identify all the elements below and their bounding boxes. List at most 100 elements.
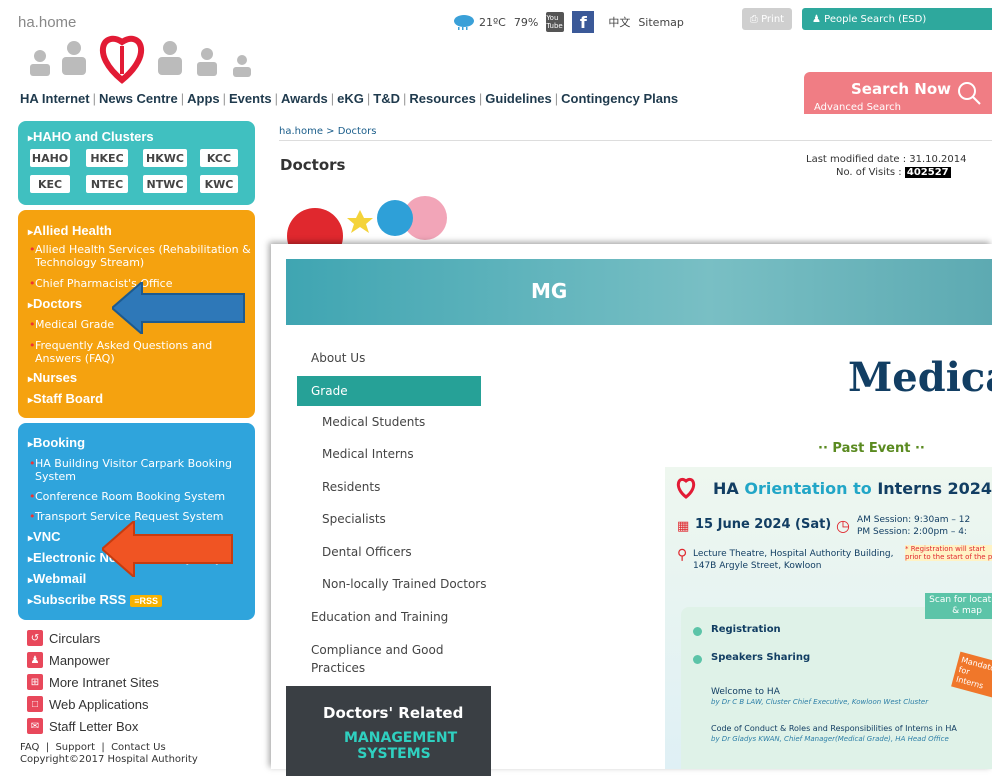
manpower-label: Manpower (49, 652, 110, 668)
nav-item-events[interactable]: Events (229, 91, 272, 106)
main-nav: HA Internet | News Centre | Apps | Events | … (20, 91, 679, 106)
poster-title-prefix: HA (713, 479, 745, 498)
intranet-sites-icon: ⊞ (27, 674, 43, 690)
cluster-hkec[interactable]: HKEC (86, 149, 128, 167)
overlay-nav-compliance[interactable]: Compliance and Good Practices (311, 641, 451, 677)
print-button[interactable]: ⎙ Print (742, 8, 792, 30)
cluster-kcc[interactable]: KCC (200, 149, 238, 167)
overlay-nav-residents[interactable]: Residents (322, 480, 380, 494)
utility-bar: 21ºC 79% You Tube f 中文 Sitemap (452, 10, 684, 34)
staff-letter-box-link[interactable]: ✉ Staff Letter Box (27, 718, 138, 734)
manpower-link[interactable]: ♟ Manpower (27, 652, 110, 668)
overlay-nav-about-us[interactable]: About Us (311, 351, 365, 365)
doctors-related-title: Doctors' Related (323, 704, 464, 722)
orientation-poster[interactable]: HA Orientation to Interns 2024/ ▦ 15 Jun… (665, 467, 992, 769)
site-logo-text[interactable]: ha.home (18, 14, 76, 31)
rss-badge[interactable]: ≡RSS (130, 595, 163, 607)
cluster-kec[interactable]: KEC (30, 175, 70, 193)
circulars-label: Circulars (49, 630, 101, 646)
nav-item-contingency-plans[interactable]: Contingency Plans (561, 91, 678, 106)
copyright: Copyright©2017 Hospital Authority (20, 754, 198, 765)
clusters-heading[interactable]: HAHO and Clusters (28, 129, 154, 144)
cluster-hkwc[interactable]: HKWC (143, 149, 187, 167)
past-event-label: ·· Past Event ·· (818, 441, 925, 456)
speakers-bullet (693, 655, 702, 664)
subscribe-rss-link[interactable]: Subscribe RSS≡RSS (28, 592, 163, 607)
calendar-icon: ▦ (677, 519, 690, 534)
people-search-label: People Search (ESD) (824, 13, 927, 25)
nav-item-ekg[interactable]: eKG (337, 91, 364, 106)
carpark-booking-link[interactable]: HA Building Visitor Carpark Booking Syst… (29, 457, 255, 483)
ha-logo-figures[interactable] (22, 34, 262, 90)
page-title: Doctors (280, 156, 346, 174)
web-applications-icon: □ (27, 696, 43, 712)
overlay-nav-medical-interns[interactable]: Medical Interns (322, 447, 414, 461)
sitemap-link[interactable]: Sitemap (638, 16, 684, 29)
blue-arrow-annotation (112, 282, 245, 334)
subscribe-rss-label: Subscribe RSS (33, 592, 127, 607)
staff-board-link[interactable]: Staff Board (28, 391, 103, 406)
medical-grade-heading: Medica (848, 354, 992, 401)
nav-item-td[interactable]: T&D (373, 91, 400, 106)
allied-health-services-link[interactable]: Allied Health Services (Rehabilitation &… (29, 243, 255, 269)
search-icon (958, 82, 981, 105)
mg-logo[interactable]: MG (531, 279, 567, 303)
ha-logo-icon (676, 478, 696, 499)
pm-session: PM Session: 2:00pm – 4: (857, 527, 967, 537)
letter-box-icon: ✉ (27, 718, 43, 734)
nav-item-awards[interactable]: Awards (281, 91, 328, 106)
doctors-link[interactable]: Doctors (28, 296, 82, 311)
welcome-speaker: by Dr C B LAW, Cluster Chief Executive, … (711, 698, 929, 706)
nav-item-ha-internet[interactable]: HA Internet (20, 91, 90, 106)
nav-item-resources[interactable]: Resources (409, 91, 475, 106)
cluster-haho[interactable]: HAHO (30, 149, 70, 167)
footer-links[interactable]: FAQ | Support | Contact Us (20, 742, 166, 753)
overlay-nav-education-training[interactable]: Education and Training (311, 610, 448, 624)
advanced-search-link[interactable]: Advanced Search (814, 102, 901, 113)
web-applications-link[interactable]: □ Web Applications (27, 696, 149, 712)
clusters-panel: HAHO and Clusters HAHO HKEC HKWC KCC KEC… (18, 121, 255, 205)
location-pin-icon: ⚲ (677, 547, 688, 563)
people-search-button[interactable]: ♟ People Search (ESD) (802, 8, 992, 30)
overlay-nav-grade[interactable]: Grade (297, 376, 481, 406)
allied-health-link[interactable]: Allied Health (28, 223, 112, 238)
welcome-title: Welcome to HA (711, 687, 780, 697)
breadcrumb[interactable]: ha.home > Doctors (279, 126, 376, 137)
visits-count: 402527 (904, 167, 951, 178)
more-intranet-sites-link[interactable]: ⊞ More Intranet Sites (27, 674, 159, 690)
overlay-nav-non-locally-trained[interactable]: Non-locally Trained Doctors (322, 577, 486, 591)
medical-grade-page-overlay: MG About Us Grade Medical Students Medic… (271, 244, 992, 776)
manpower-icon: ♟ (27, 652, 43, 668)
nav-item-apps[interactable]: Apps (187, 91, 220, 106)
booking-link[interactable]: Booking (28, 435, 85, 450)
poster-title-orientation: Orientation to (744, 479, 878, 498)
overlay-nav-dental-officers[interactable]: Dental Officers (322, 545, 412, 559)
cluster-ntwc[interactable]: NTWC (143, 175, 187, 193)
vnc-link[interactable]: VNC (28, 529, 60, 544)
facebook-icon[interactable]: f (572, 11, 595, 33)
visit-counter: No. of Visits : 402527 (836, 167, 951, 178)
mandatory-badge: Mandatory for Interns (951, 651, 992, 699)
last-modified-date: Last modified date : 31.10.2014 (806, 154, 967, 165)
nav-item-news-centre[interactable]: News Centre (99, 91, 178, 106)
red-arrow-annotation (102, 521, 233, 577)
overlay-nav-medical-students[interactable]: Medical Students (322, 415, 425, 429)
circulars-link[interactable]: ↺ Circulars (27, 630, 100, 646)
cluster-kwc[interactable]: KWC (200, 175, 238, 193)
cluster-ntec[interactable]: NTEC (86, 175, 128, 193)
search-now-label: Search Now (851, 80, 952, 98)
conference-room-link[interactable]: Conference Room Booking System (29, 490, 255, 503)
overlay-nav-specialists[interactable]: Specialists (322, 512, 386, 526)
faq-link[interactable]: Frequently Asked Questions and Answers (… (29, 339, 255, 365)
webmail-link[interactable]: Webmail (28, 571, 86, 586)
chinese-link[interactable]: 中文 (608, 14, 630, 30)
code-of-conduct-speaker: by Dr Gladys KWAN, Chief Manager(Medical… (711, 735, 949, 743)
search-now-button[interactable]: Search Now Advanced Search (804, 72, 992, 114)
registration-note: * Registration will start prior to the s… (905, 545, 992, 561)
poster-agenda-box: Scan for location & map Registration Spe… (681, 593, 992, 769)
clock-icon: ◷ (836, 516, 850, 535)
nav-item-guidelines[interactable]: Guidelines (485, 91, 551, 106)
doctors-related-banner[interactable]: Doctors' Related MANAGEMENT SYSTEMS (286, 686, 491, 776)
nurses-link[interactable]: Nurses (28, 370, 77, 385)
youtube-icon[interactable]: You Tube (546, 12, 565, 32)
